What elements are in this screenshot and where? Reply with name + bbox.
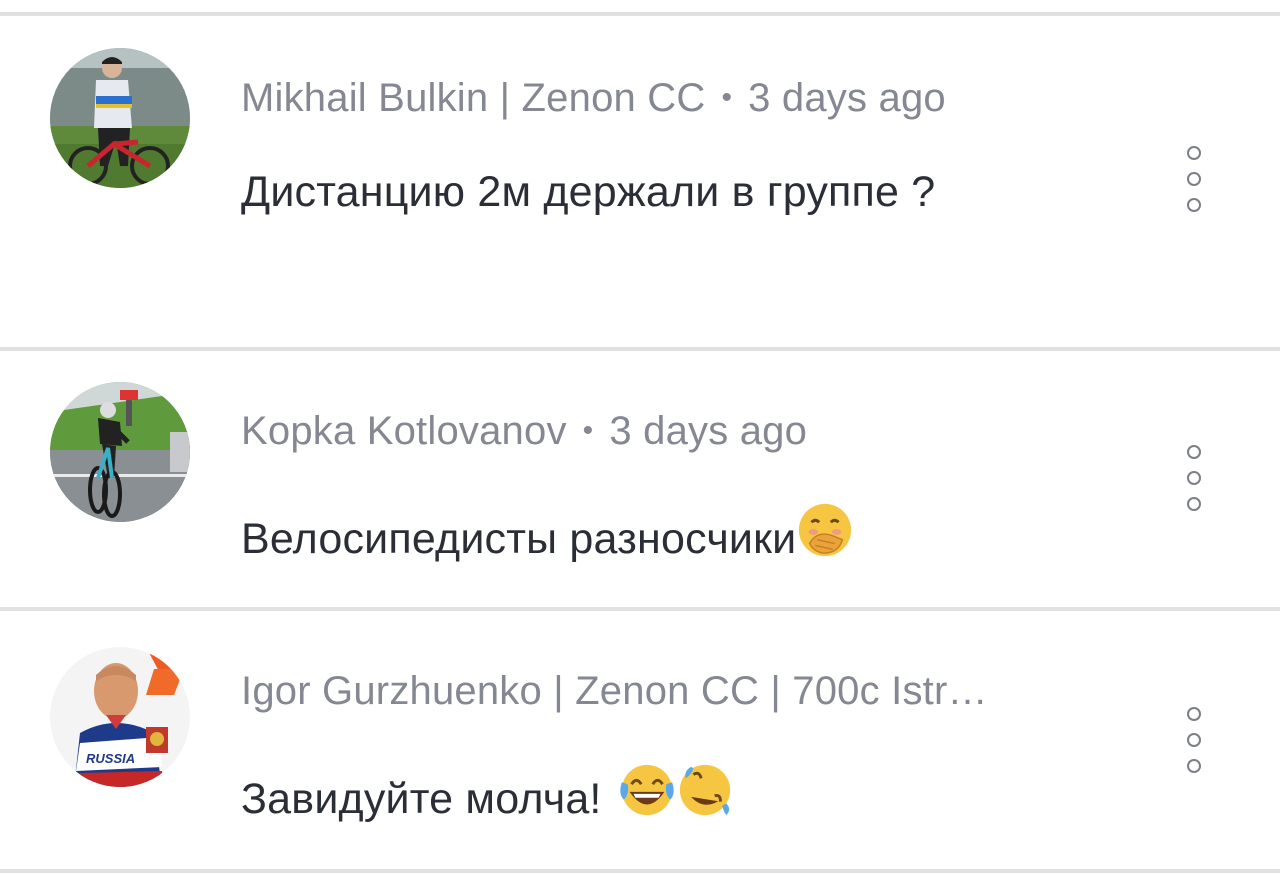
timestamp: 3 days ago <box>748 76 946 120</box>
author-name[interactable]: Mikhail Bulkin | Zenon CC <box>241 76 705 120</box>
rolling-on-the-floor-laughing-icon <box>679 764 730 816</box>
author-name[interactable]: Kopka Kotlovanov <box>241 409 567 453</box>
more-dot-icon <box>1187 733 1201 747</box>
comment-meta: Kopka Kotlovanov • 3 days ago <box>241 409 807 454</box>
comment-text: Завидуйте молча! <box>241 761 734 824</box>
divider <box>0 869 1280 873</box>
man-in-russia-jersey-avatar-icon: RUSSIA <box>50 647 190 787</box>
comment-text-body: Завидуйте молча! <box>241 775 602 823</box>
comment-text: Дистанцию 2м держали в группе ? <box>241 168 936 216</box>
comment-item: Kopka Kotlovanov • 3 days ago Велосипедист… <box>0 351 1280 607</box>
meta-separator: • <box>721 81 733 114</box>
more-dot-icon <box>1187 445 1201 459</box>
meta-separator: • <box>582 414 594 447</box>
comment-meta: Igor Gurzhuenko | Zenon CC | 700c Istr… <box>241 669 988 714</box>
racing-cyclist-photo-avatar-icon <box>50 382 190 522</box>
more-dot-icon <box>1187 759 1201 773</box>
more-dot-icon <box>1187 497 1201 511</box>
comment-meta: Mikhail Bulkin | Zenon CC • 3 days ago <box>241 76 946 121</box>
more-dot-icon <box>1187 471 1201 485</box>
more-dot-icon <box>1187 198 1201 212</box>
avatar[interactable] <box>50 48 190 188</box>
face-with-tears-of-joy-icon <box>620 764 674 816</box>
more-dot-icon <box>1187 146 1201 160</box>
more-dot-icon <box>1187 707 1201 721</box>
author-name[interactable]: Igor Gurzhuenko | Zenon CC | 700c Istr… <box>241 669 988 713</box>
svg-text:RUSSIA: RUSSIA <box>86 751 135 766</box>
more-options-button[interactable] <box>1180 705 1208 779</box>
cyclist-photo-avatar-icon <box>50 48 190 188</box>
avatar[interactable]: RUSSIA <box>50 647 190 787</box>
more-options-button[interactable] <box>1180 144 1208 218</box>
more-options-button[interactable] <box>1180 443 1208 517</box>
comment-item: RUSSIA Igor Gurzhuenko | Zenon CC | 700c… <box>0 611 1280 869</box>
more-dot-icon <box>1187 172 1201 186</box>
comment-text-body: Велосипедисты разносчики <box>241 515 797 563</box>
comment-text: Велосипедисты разносчики <box>241 501 854 564</box>
comment-item: Mikhail Bulkin | Zenon CC • 3 days ago Дис… <box>0 16 1280 348</box>
avatar[interactable] <box>50 382 190 522</box>
timestamp: 3 days ago <box>609 409 808 453</box>
face-with-hand-over-mouth-icon <box>799 503 852 557</box>
